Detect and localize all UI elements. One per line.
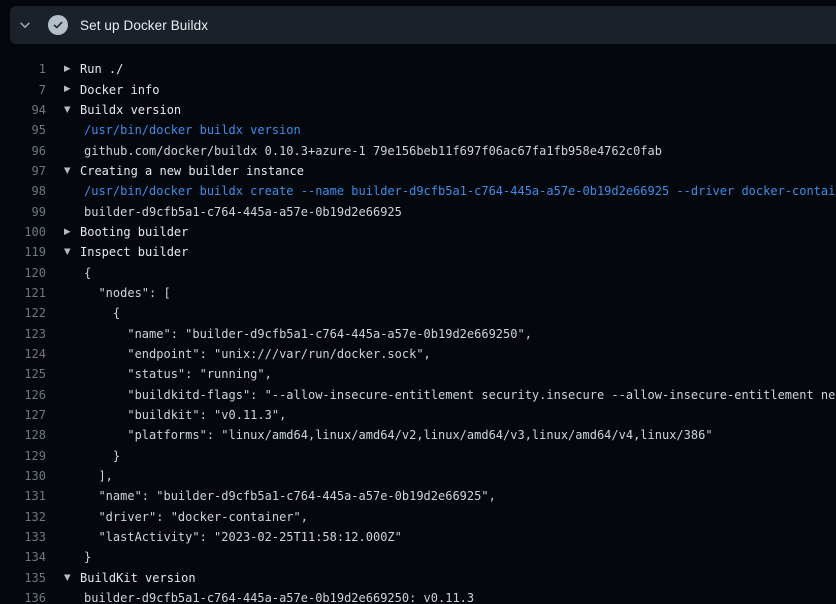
log-viewer: 1 ▶ Run ./ 7 ▶ Docker info 94 ▼ Buildx version 95…: [0, 44, 836, 604]
output-text: {: [84, 306, 120, 320]
output-text: "endpoint": "unix:///var/run/docker.sock…: [84, 347, 431, 361]
log-line: 131 "name": "builder-d9cfb5a1-c764-445a-…: [0, 486, 836, 506]
log-line: 98/usr/bin/docker buildx create --name b…: [0, 181, 836, 201]
line-number[interactable]: 98: [0, 184, 46, 198]
line-number[interactable]: 122: [0, 306, 46, 320]
line-number[interactable]: 123: [0, 327, 46, 341]
chevron-down-icon[interactable]: [10, 6, 40, 44]
log-line: 126 "buildkitd-flags": "--allow-insecure…: [0, 385, 836, 405]
line-number[interactable]: 97: [0, 164, 46, 178]
log-group-row[interactable]: 119 ▼ Inspect builder: [0, 242, 836, 262]
group-expanded-icon[interactable]: ▼: [64, 161, 75, 181]
log-group-row[interactable]: 135 ▼ BuildKit version: [0, 568, 836, 588]
group-expanded-icon[interactable]: ▼: [64, 100, 75, 120]
line-number[interactable]: 126: [0, 388, 46, 402]
line-number[interactable]: 121: [0, 286, 46, 300]
line-number[interactable]: 125: [0, 367, 46, 381]
output-text: "buildkit": "v0.11.3",: [84, 408, 286, 422]
chevron-down-icon: [18, 18, 32, 32]
log-line: 124 "endpoint": "unix:///var/run/docker.…: [0, 344, 836, 364]
line-number[interactable]: 100: [0, 225, 46, 239]
log-group-row[interactable]: 100 ▶ Booting builder: [0, 222, 836, 242]
group-title: Buildx version: [80, 103, 181, 117]
line-number[interactable]: 134: [0, 550, 46, 564]
line-number[interactable]: 95: [0, 123, 46, 137]
log-line: 122 {: [0, 303, 836, 323]
log-line: 99 builder-d9cfb5a1-c764-445a-a57e-0b19d2…: [0, 201, 836, 221]
log-line: 132 "driver": "docker-container",: [0, 507, 836, 527]
log-line: 95/usr/bin/docker buildx version: [0, 120, 836, 140]
line-number[interactable]: 128: [0, 428, 46, 442]
output-text: {: [84, 266, 91, 280]
line-number[interactable]: 119: [0, 245, 46, 259]
group-title: BuildKit version: [80, 571, 196, 585]
log-line: 129 }: [0, 446, 836, 466]
line-number[interactable]: 130: [0, 469, 46, 483]
group-title: Docker info: [80, 83, 159, 97]
log-line: 133 "lastActivity": "2023-02-25T11:58:12…: [0, 527, 836, 547]
group-title: Run ./: [80, 62, 123, 76]
check-circle-icon: [48, 15, 68, 35]
group-expanded-icon[interactable]: ▼: [64, 242, 75, 262]
log-line: 134}: [0, 547, 836, 567]
output-text: "driver": "docker-container",: [84, 510, 308, 524]
log-line: 120 {: [0, 262, 836, 282]
step-header-set-up-docker-buildx[interactable]: Set up Docker Buildx: [10, 6, 836, 44]
line-number[interactable]: 135: [0, 571, 46, 585]
line-number[interactable]: 1: [0, 62, 46, 76]
line-number[interactable]: 96: [0, 144, 46, 158]
log-line: 128 "platforms": "linux/amd64,linux/amd6…: [0, 425, 836, 445]
command-text: /usr/bin/docker buildx version: [84, 123, 301, 137]
line-number[interactable]: 132: [0, 510, 46, 524]
line-number[interactable]: 124: [0, 347, 46, 361]
line-number[interactable]: 7: [0, 83, 46, 97]
output-text: github.com/docker/buildx 0.10.3+azure-1 …: [84, 144, 662, 158]
log-line: 127 "buildkit": "v0.11.3",: [0, 405, 836, 425]
output-text: }: [84, 550, 91, 564]
line-number[interactable]: 120: [0, 266, 46, 280]
output-text: builder-d9cfb5a1-c764-445a-a57e-0b19d2e6…: [84, 591, 474, 604]
log-line: 136 builder-d9cfb5a1-c764-445a-a57e-0b19d…: [0, 588, 836, 604]
output-text: "platforms": "linux/amd64,linux/amd64/v2…: [84, 428, 713, 442]
log-group-row[interactable]: 7 ▶ Docker info: [0, 79, 836, 99]
log-group-row[interactable]: 94 ▼ Buildx version: [0, 100, 836, 120]
log-line: 123 "name": "builder-d9cfb5a1-c764-445a-…: [0, 323, 836, 343]
log-line: 130 ],: [0, 466, 836, 486]
group-title: Inspect builder: [80, 245, 188, 259]
output-text: "status": "running",: [84, 367, 272, 381]
output-text: builder-d9cfb5a1-c764-445a-a57e-0b19d2e6…: [84, 205, 402, 219]
output-text: "buildkitd-flags": "--allow-insecure-ent…: [84, 388, 836, 402]
group-title: Creating a new builder instance: [80, 164, 304, 178]
command-text: /usr/bin/docker buildx create --name bui…: [84, 184, 836, 198]
log-line: 96 github.com/docker/buildx 0.10.3+azure-…: [0, 140, 836, 160]
output-text: "lastActivity": "2023-02-25T11:58:12.000…: [84, 530, 402, 544]
group-expanded-icon[interactable]: ▼: [64, 568, 75, 588]
step-title: Set up Docker Buildx: [80, 18, 208, 33]
log-line: 121 "nodes": [: [0, 283, 836, 303]
output-text: ],: [84, 469, 113, 483]
output-text: "name": "builder-d9cfb5a1-c764-445a-a57e…: [84, 489, 496, 503]
line-number[interactable]: 99: [0, 205, 46, 219]
line-number[interactable]: 129: [0, 449, 46, 463]
log-line: 125 "status": "running",: [0, 364, 836, 384]
group-collapsed-icon[interactable]: ▶: [64, 59, 75, 79]
log-group-row[interactable]: 1 ▶ Run ./: [0, 59, 836, 79]
output-text: }: [84, 449, 120, 463]
group-title: Booting builder: [80, 225, 188, 239]
line-number[interactable]: 136: [0, 591, 46, 604]
line-number[interactable]: 131: [0, 489, 46, 503]
output-text: "name": "builder-d9cfb5a1-c764-445a-a57e…: [84, 327, 532, 341]
line-number[interactable]: 133: [0, 530, 46, 544]
line-number[interactable]: 127: [0, 408, 46, 422]
line-number[interactable]: 94: [0, 103, 46, 117]
group-collapsed-icon[interactable]: ▶: [64, 79, 75, 99]
output-text: "nodes": [: [84, 286, 171, 300]
log-group-row[interactable]: 97 ▼ Creating a new builder instance: [0, 161, 836, 181]
group-collapsed-icon[interactable]: ▶: [64, 222, 75, 242]
